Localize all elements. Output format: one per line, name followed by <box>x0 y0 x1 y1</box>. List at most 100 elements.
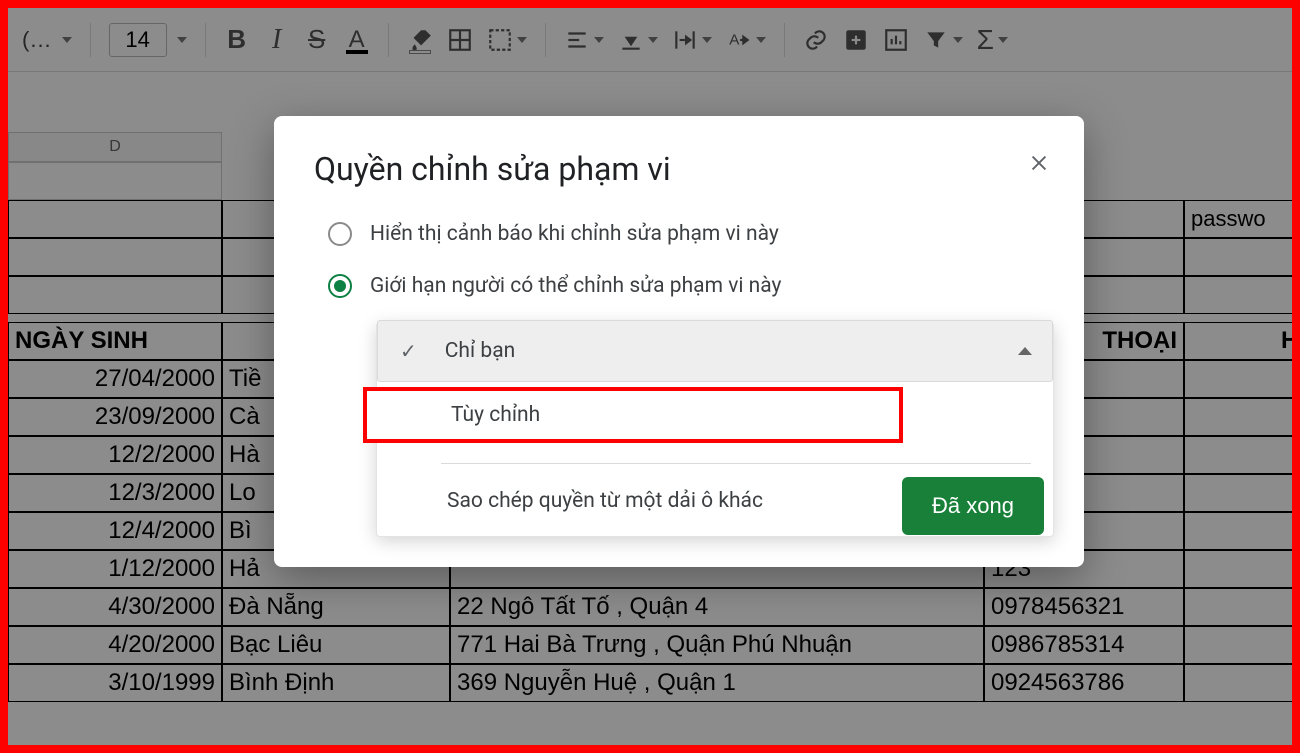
caret-down-icon <box>594 37 604 43</box>
caret-down-icon <box>648 37 658 43</box>
valign-bottom-icon <box>618 27 644 53</box>
cell[interactable] <box>1184 588 1292 626</box>
font-size-control[interactable] <box>105 23 191 57</box>
dropdown-selected-label: Chỉ bạn <box>445 339 515 363</box>
radio-label: Giới hạn người có thể chỉnh sửa phạm vi … <box>370 274 781 298</box>
cell[interactable]: 3/10/1999 <box>8 664 222 702</box>
toolbar: (... B I S A <box>8 8 1292 72</box>
done-button[interactable]: Đã xong <box>902 477 1044 535</box>
separator <box>205 23 206 57</box>
dropdown-option-label: Tùy chỉnh <box>451 403 540 427</box>
cell[interactable]: Bạc Liêu <box>222 626 450 664</box>
divider <box>441 463 1031 464</box>
separator <box>545 23 546 57</box>
cell[interactable] <box>1184 474 1292 512</box>
cell[interactable]: Đà Nẵng <box>222 588 450 626</box>
cell[interactable] <box>8 238 222 276</box>
header-ngay-sinh[interactable]: NGÀY SINH <box>8 322 222 360</box>
caret-up-icon <box>1018 347 1032 355</box>
wrap-icon <box>672 27 698 53</box>
dropdown-option-custom[interactable]: Tùy chỉnh <box>363 387 903 443</box>
cell[interactable]: 23/09/2000 <box>8 398 222 436</box>
fill-color-button[interactable] <box>403 20 437 60</box>
radio-icon <box>328 222 352 246</box>
horizontal-align-button[interactable] <box>560 20 608 60</box>
cell[interactable] <box>1184 626 1292 664</box>
insert-comment-button[interactable] <box>839 20 873 60</box>
merge-icon <box>487 27 513 53</box>
cell[interactable]: 12/3/2000 <box>8 474 222 512</box>
column-header-D[interactable]: D <box>8 132 222 162</box>
close-icon <box>1028 152 1050 174</box>
link-icon <box>803 27 829 53</box>
insert-link-button[interactable] <box>799 20 833 60</box>
cell[interactable] <box>8 276 222 314</box>
cell[interactable] <box>1184 238 1292 276</box>
cell[interactable]: 1/12/2000 <box>8 550 222 588</box>
text-color-button[interactable]: A <box>340 20 374 60</box>
cell[interactable]: 12/2/2000 <box>8 436 222 474</box>
cell[interactable]: 22 Ngô Tất Tố , Quận 4 <box>450 588 984 626</box>
font-name-dropdown[interactable]: (... <box>14 27 76 53</box>
font-name-label: (... <box>18 27 52 53</box>
vertical-align-button[interactable] <box>614 20 662 60</box>
cell[interactable]: 4/30/2000 <box>8 588 222 626</box>
caret-down-icon <box>62 37 72 43</box>
cell[interactable] <box>1184 398 1292 436</box>
comment-plus-icon <box>843 27 869 53</box>
separator <box>784 23 785 57</box>
caret-down-icon <box>517 37 527 43</box>
caret-down-icon <box>177 37 187 43</box>
close-button[interactable] <box>1022 146 1056 180</box>
cell[interactable] <box>8 162 222 200</box>
cell[interactable] <box>1184 664 1292 702</box>
cell[interactable]: 12/4/2000 <box>8 512 222 550</box>
align-left-icon <box>564 27 590 53</box>
cell[interactable] <box>1184 512 1292 550</box>
merge-cells-button[interactable] <box>483 20 531 60</box>
cell[interactable]: 27/04/2000 <box>8 360 222 398</box>
borders-button[interactable] <box>443 20 477 60</box>
filter-icon <box>923 27 949 53</box>
dropdown-option-label: Sao chép quyền từ một dải ô khác <box>447 489 763 513</box>
cell[interactable] <box>1184 550 1292 588</box>
check-icon: ✓ <box>400 339 417 363</box>
cell[interactable]: 0978456321 <box>984 588 1184 626</box>
range-permissions-dialog: Quyền chỉnh sửa phạm vi Hiển thị cảnh bá… <box>274 116 1084 567</box>
cell[interactable] <box>8 200 222 238</box>
cell[interactable] <box>1184 360 1292 398</box>
caret-down-icon <box>953 37 963 43</box>
cell[interactable]: 0986785314 <box>984 626 1184 664</box>
radio-show-warning[interactable]: Hiển thị cảnh báo khi chỉnh sửa phạm vi … <box>328 222 1044 246</box>
bold-button[interactable]: B <box>220 20 254 60</box>
radio-checked-icon <box>328 274 352 298</box>
separator <box>90 23 91 57</box>
cell[interactable]: 0924563786 <box>984 664 1184 702</box>
header-ho[interactable]: HỌ <box>1184 322 1292 360</box>
borders-icon <box>447 27 473 53</box>
rotate-icon: A <box>726 27 752 53</box>
strikethrough-button[interactable]: S <box>300 20 334 60</box>
cell[interactable] <box>1184 436 1292 474</box>
text-rotation-button[interactable]: A <box>722 20 770 60</box>
cell[interactable]: Bình Định <box>222 664 450 702</box>
cell[interactable]: 369 Nguyễn Huệ , Quận 1 <box>450 664 984 702</box>
dropdown-selected[interactable]: ✓ Chỉ bạn <box>377 320 1053 382</box>
radio-label: Hiển thị cảnh báo khi chỉnh sửa phạm vi … <box>370 222 779 246</box>
caret-down-icon <box>702 37 712 43</box>
filter-button[interactable] <box>919 20 967 60</box>
svg-text:A: A <box>729 31 740 48</box>
separator <box>388 23 389 57</box>
radio-restrict[interactable]: Giới hạn người có thể chỉnh sửa phạm vi … <box>328 274 1044 298</box>
text-wrap-button[interactable] <box>668 20 716 60</box>
caret-down-icon <box>756 37 766 43</box>
cell[interactable] <box>1184 276 1292 314</box>
italic-button[interactable]: I <box>260 20 294 60</box>
functions-button[interactable]: Σ <box>973 20 1012 60</box>
dialog-title: Quyền chỉnh sửa phạm vi <box>314 150 1044 188</box>
cell[interactable]: 4/20/2000 <box>8 626 222 664</box>
cell[interactable]: 771 Hai Bà Trưng , Quận Phú Nhuận <box>450 626 984 664</box>
insert-chart-button[interactable] <box>879 20 913 60</box>
caret-down-icon <box>998 37 1008 43</box>
font-size-input[interactable] <box>109 23 167 57</box>
